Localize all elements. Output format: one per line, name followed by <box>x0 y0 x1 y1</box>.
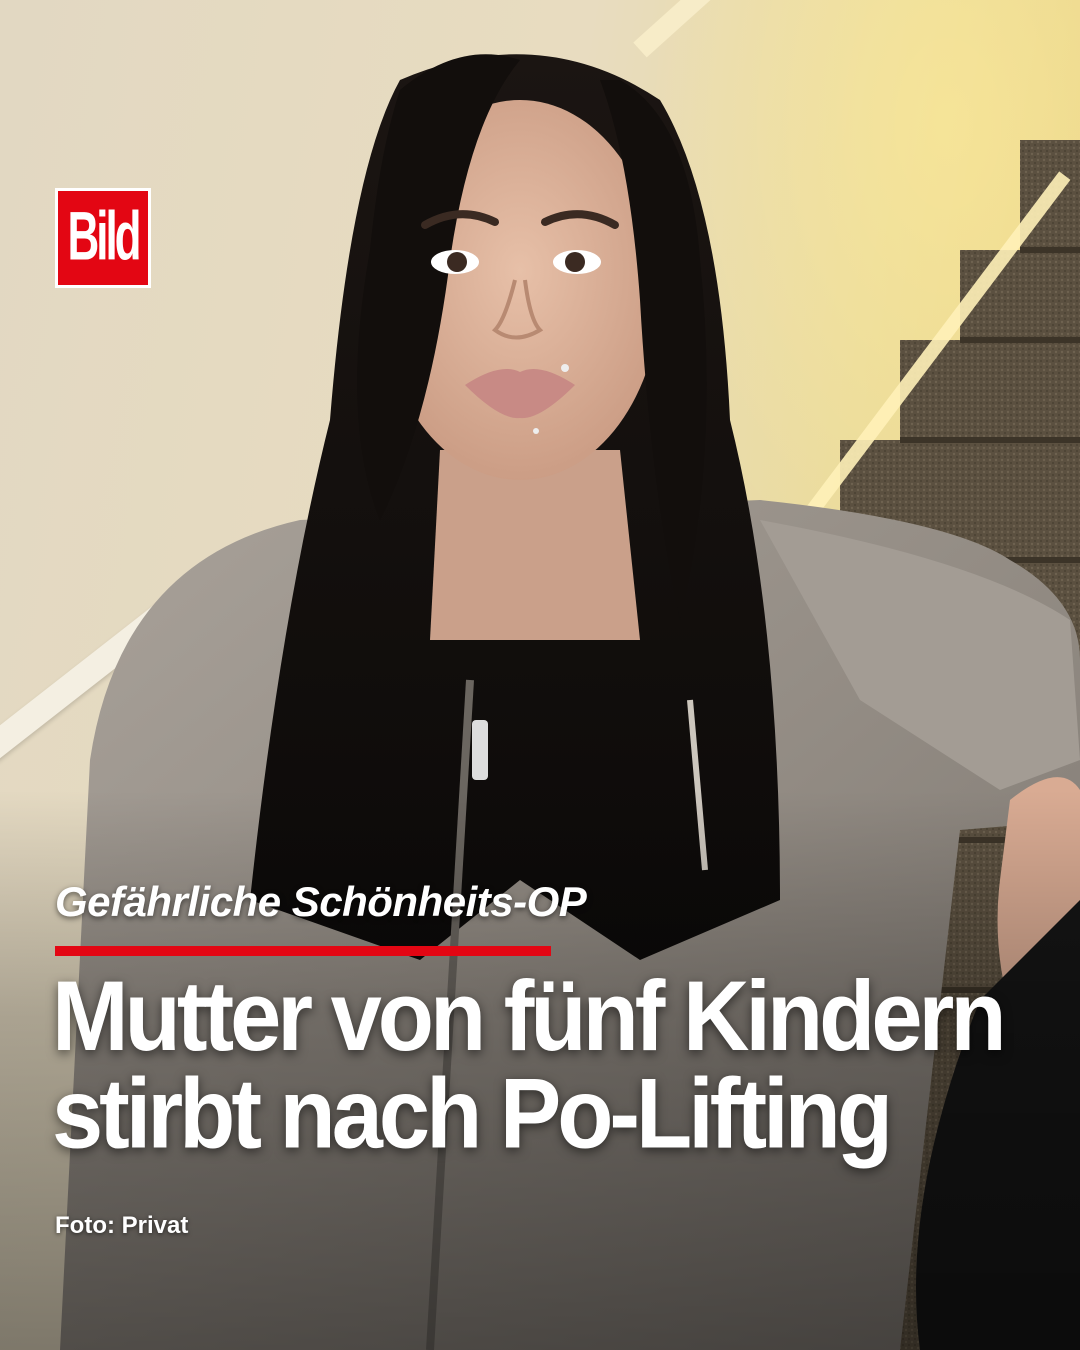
kicker-text: Gefährliche Schönheits-OP <box>55 878 587 925</box>
bild-logo: Bild <box>55 188 151 288</box>
headline-line-1: Mutter von fünf Kindern <box>52 961 1007 1072</box>
photo-credit: Foto: Privat <box>55 1212 189 1239</box>
kicker-underline <box>55 946 551 956</box>
post-image: Bild Gefährliche Schönheits-OP Mutter vo… <box>0 0 1080 1350</box>
logo-text: Bild <box>67 199 141 276</box>
headline: Mutter von fünf Kindern stirbt nach Po-L… <box>52 961 1052 1169</box>
headline-line-2: stirbt nach Po-Lifting <box>52 1058 893 1169</box>
